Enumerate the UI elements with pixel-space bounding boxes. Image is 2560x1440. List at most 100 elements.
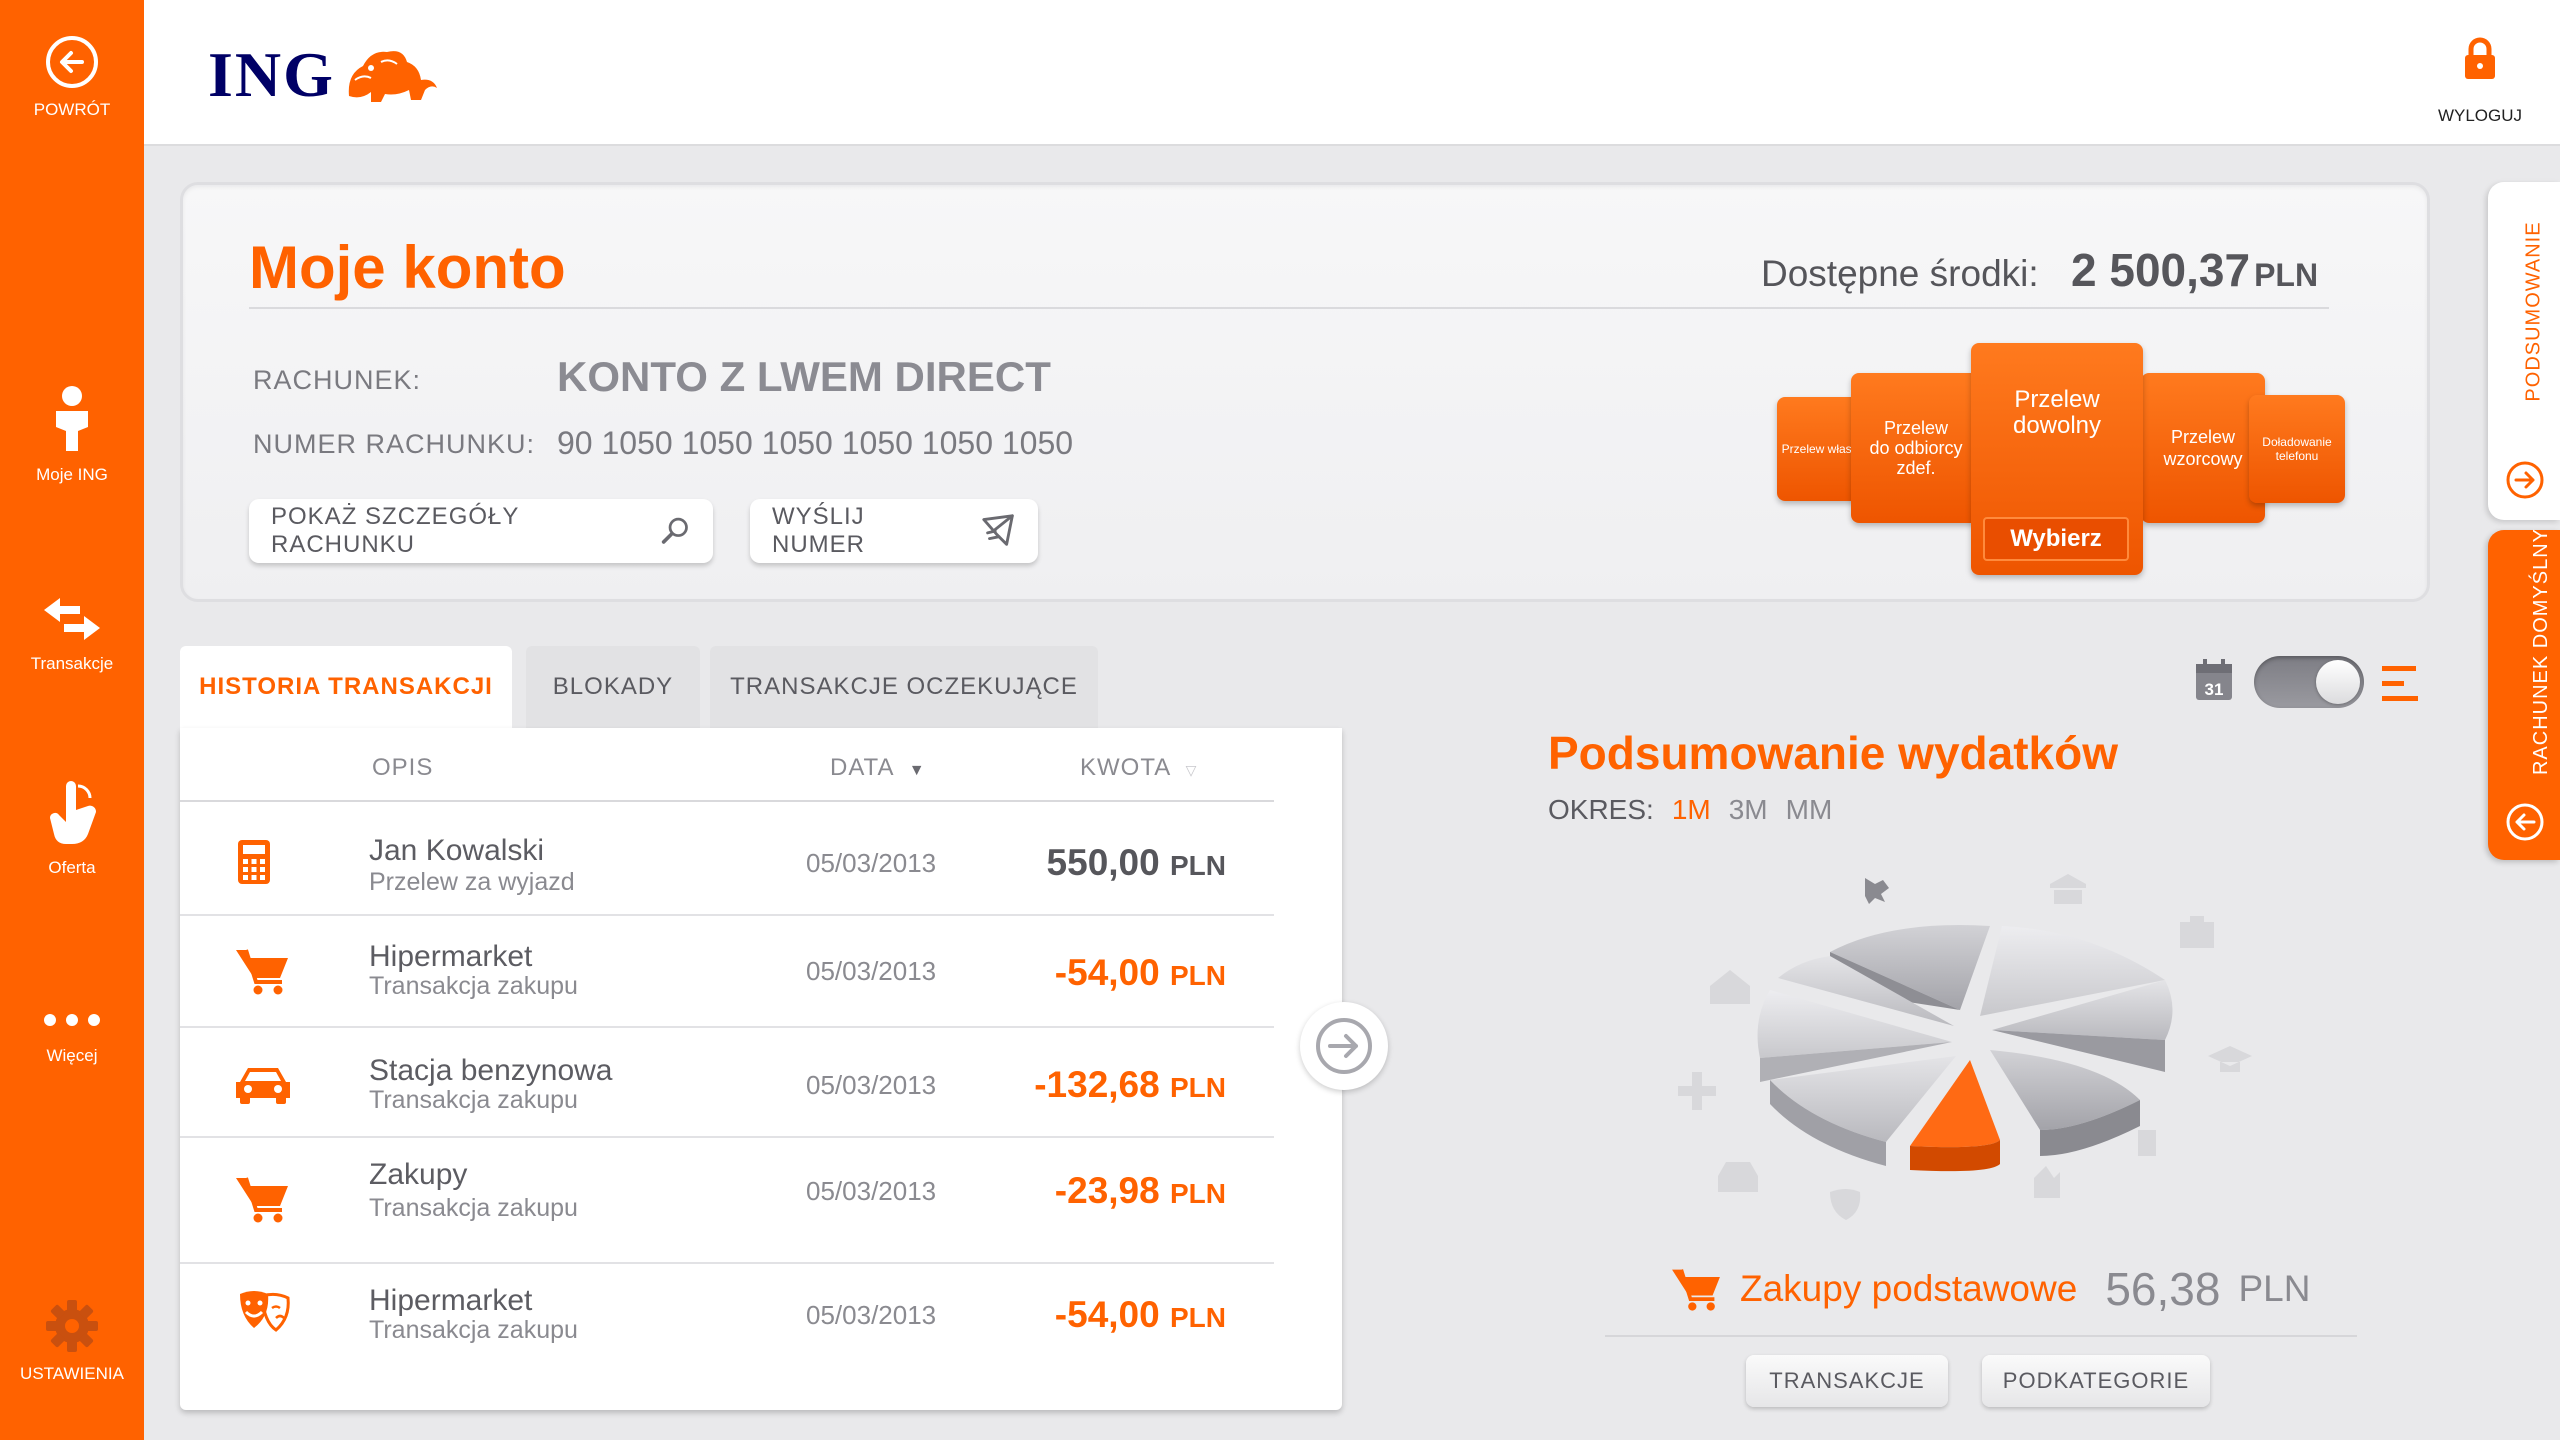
period-option-1m[interactable]: 1M <box>1672 794 1711 826</box>
column-header-description[interactable]: OPIS <box>372 754 433 782</box>
tab-label: BLOKADY <box>552 673 674 700</box>
transfer-template-line2: wzorcowy <box>2163 449 2243 469</box>
cart-icon <box>1672 1269 1720 1311</box>
phone-topup-card[interactable]: Doładowanie telefonu <box>2249 395 2345 503</box>
period-option-3m[interactable]: 3M <box>1729 794 1768 826</box>
calculator-icon <box>238 840 270 884</box>
transaction-name: Hipermarket <box>369 1284 533 1317</box>
amount-value: -132,68 <box>1034 1064 1160 1105</box>
sidebar-item-ustawienia[interactable]: USTAWIENIA <box>0 1298 144 1384</box>
transfer-free-card[interactable]: Przelew dowolny Wybierz <box>1971 343 2143 575</box>
gear-icon <box>46 1300 98 1352</box>
table-row[interactable]: Zakupy Transakcja zakupu 05/03/2013 -23,… <box>180 1138 1274 1264</box>
sidebar-item-wiecej[interactable]: Więcej <box>0 1006 144 1066</box>
calendar-day: 31 <box>2205 680 2224 699</box>
sidebar-item-back[interactable]: POWRÓT <box>0 34 144 120</box>
transaction-type: Transakcja zakupu <box>369 972 578 1000</box>
category-name: Zakupy podstawowe <box>1740 1268 2078 1309</box>
show-details-button[interactable]: POKAŻ SZCZEGÓŁY RACHUNKU <box>249 499 713 563</box>
subcategories-button-label: PODKATEGORIE <box>2002 1368 2190 1393</box>
hand-pointer-icon <box>50 781 97 844</box>
theater-category-icon <box>1830 1189 1861 1220</box>
choose-transfer-button[interactable]: Wybierz <box>1983 517 2129 561</box>
transfer-recipient-line3: zdef. <box>1896 458 1936 478</box>
summary-side-tab-label: PODSUMOWANIE <box>2522 221 2545 402</box>
column-header-date[interactable]: DATA ▼ <box>830 754 926 782</box>
column-header-label: DATA <box>830 754 894 781</box>
sidebar-item-label: Transakcje <box>30 654 114 673</box>
transaction-type: Transakcja zakupu <box>369 1086 578 1114</box>
arrow-right-circle-icon <box>2506 461 2544 499</box>
transactions-panel: OPIS DATA ▼ KWOTA ▽ Jan Kowalski Przelew… <box>180 728 1342 1410</box>
transactions-button-label: TRANSAKCJE <box>1769 1368 1925 1393</box>
transaction-date: 05/03/2013 <box>806 1300 937 1330</box>
amount-value: 550,00 <box>1046 842 1160 883</box>
calendar-view-button[interactable]: 31 <box>2194 658 2234 707</box>
transactions-button[interactable]: TRANSAKCJE <box>1746 1355 1948 1407</box>
table-row[interactable]: Jan Kowalski Przelew za wyjazd 05/03/201… <box>180 802 1274 916</box>
sort-desc-icon: ▼ <box>908 762 926 779</box>
amount-value: -23,98 <box>1054 1170 1160 1211</box>
sidebar-item-oferta[interactable]: Oferta <box>0 780 144 878</box>
view-toggle-switch[interactable] <box>2254 656 2364 708</box>
subcategories-button[interactable]: PODKATEGORIE <box>1982 1355 2210 1407</box>
amount-currency: PLN <box>1170 1302 1226 1333</box>
transaction-name: Jan Kowalski <box>369 834 545 867</box>
lion-logo-icon <box>348 51 437 102</box>
transaction-type: Transakcja zakupu <box>369 1316 578 1344</box>
sidebar-item-label: Więcej <box>46 1046 98 1065</box>
send-number-button[interactable]: WYŚLIJ NUMER <box>750 499 1038 563</box>
logout-button[interactable]: WYLOGUJ <box>2430 36 2530 126</box>
car-icon <box>236 1068 290 1104</box>
tab-blocks[interactable]: BLOKADY <box>526 646 700 728</box>
person-icon <box>56 386 88 451</box>
column-header-amount[interactable]: KWOTA ▽ <box>1080 754 1197 782</box>
transfer-free-line2: dowolny <box>2012 412 2102 439</box>
category-value: 56,38 <box>2105 1263 2221 1315</box>
transfer-recipient-card[interactable]: Przelew do odbiorcy zdef. <box>1851 373 1981 523</box>
tab-pending-transactions[interactable]: TRANSAKCJE OCZEKUJĄCE <box>710 646 1098 728</box>
tab-label: TRANSAKCJE OCZEKUJĄCE <box>730 673 1078 700</box>
sidebar-item-moje-ing[interactable]: Moje ING <box>0 385 144 485</box>
logout-label: WYLOGUJ <box>2437 106 2523 125</box>
table-row[interactable]: Hipermarket Transakcja zakupu 05/03/2013… <box>180 1264 1274 1384</box>
transaction-name: Stacja benzynowa <box>369 1054 613 1087</box>
theater-masks-icon <box>240 1291 290 1332</box>
transfer-template-line1: Przelew <box>2170 427 2236 447</box>
spending-pie-chart[interactable] <box>1660 860 2260 1240</box>
tab-transaction-history[interactable]: HISTORIA TRANSAKCJI <box>180 646 512 728</box>
period-label: OKRES: <box>1548 794 1654 825</box>
available-amount: 2 500,37 <box>2071 244 2251 296</box>
list-view-button[interactable] <box>2380 664 2420 709</box>
summary-divider <box>1605 1335 2357 1337</box>
period-option-mm[interactable]: MM <box>1786 794 1833 826</box>
sidebar-item-label: POWRÓT <box>33 100 111 119</box>
sidebar-item-label: USTAWIENIA <box>20 1364 124 1383</box>
logo-text: ING <box>208 39 335 110</box>
magnifier-icon <box>661 517 688 544</box>
summary-side-tab[interactable]: PODSUMOWANIE <box>2488 182 2560 520</box>
period-selector: OKRES: 1M 3M MM <box>1548 794 1832 826</box>
transaction-amount: -54,00 PLN <box>1055 1294 1226 1336</box>
pie-slices <box>1757 925 2173 1172</box>
lock-icon <box>2465 37 2495 79</box>
transaction-name: Hipermarket <box>369 940 533 973</box>
table-row[interactable]: Hipermarket Transakcja zakupu 05/03/2013… <box>180 916 1274 1028</box>
available-currency: PLN <box>2254 257 2319 293</box>
next-page-button[interactable] <box>1300 1002 1388 1090</box>
column-header-label: KWOTA <box>1080 754 1170 781</box>
transaction-date: 05/03/2013 <box>806 1070 937 1100</box>
title-divider <box>249 307 2329 309</box>
spending-summary-title: Podsumowanie wydatków <box>1548 727 2118 779</box>
cart-icon <box>236 1177 288 1223</box>
ing-logo[interactable]: ING <box>208 38 441 112</box>
transaction-type: Przelew za wyjazd <box>369 868 575 896</box>
default-account-side-tab[interactable]: RACHUNEK DOMYŚLNY <box>2488 528 2560 860</box>
table-row[interactable]: Stacja benzynowa Transakcja zakupu 05/03… <box>180 1028 1274 1138</box>
transaction-amount: -132,68 PLN <box>1034 1064 1226 1106</box>
transfer-template-card[interactable]: Przelew wzorcowy <box>2141 373 2265 523</box>
arrow-right-circle-icon <box>1316 1018 1372 1074</box>
home-category-icon <box>1710 970 1750 1004</box>
sidebar-item-transakcje[interactable]: Transakcje <box>0 594 144 674</box>
car-category-icon <box>1718 1162 1758 1192</box>
